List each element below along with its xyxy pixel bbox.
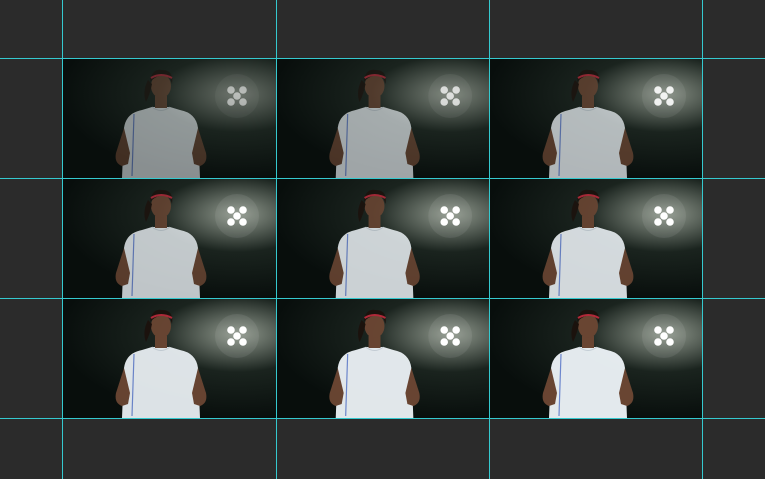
photo-frame[interactable] — [62, 298, 276, 418]
photo-frame[interactable] — [276, 58, 489, 178]
photo-image — [115, 69, 259, 178]
player-figure — [115, 69, 207, 178]
studio-light-icon — [428, 74, 473, 118]
photo-frame[interactable] — [489, 298, 703, 418]
studio-light-icon — [642, 314, 686, 358]
photo-frame[interactable] — [276, 298, 489, 418]
studio-light-icon — [428, 314, 473, 358]
photo-image — [115, 309, 259, 418]
studio-light-icon — [215, 314, 259, 358]
contact-sheet-grid — [62, 58, 703, 418]
player-figure — [542, 69, 634, 178]
player-figure — [542, 309, 634, 418]
studio-light-icon — [642, 194, 686, 238]
photo-frame[interactable] — [276, 178, 489, 298]
player-figure — [329, 309, 420, 418]
guide-vertical[interactable] — [702, 0, 703, 479]
guide-horizontal[interactable] — [0, 298, 765, 299]
photo-frame[interactable] — [489, 178, 703, 298]
studio-light-icon — [215, 74, 259, 118]
player-figure — [329, 69, 420, 178]
player-figure — [115, 309, 207, 418]
photo-image — [329, 69, 473, 178]
guide-horizontal[interactable] — [0, 58, 765, 59]
photo-image — [542, 309, 686, 418]
guide-horizontal[interactable] — [0, 418, 765, 419]
photo-image — [542, 69, 686, 178]
photo-image — [115, 189, 259, 298]
studio-light-icon — [215, 194, 259, 238]
guide-vertical[interactable] — [62, 0, 63, 479]
photo-image — [329, 189, 473, 298]
player-figure — [329, 189, 420, 298]
photo-frame[interactable] — [489, 58, 703, 178]
photo-frame[interactable] — [62, 58, 276, 178]
studio-light-icon — [428, 194, 473, 238]
player-figure — [115, 189, 207, 298]
guide-horizontal[interactable] — [0, 178, 765, 179]
player-figure — [542, 189, 634, 298]
photo-image — [329, 309, 473, 418]
guide-vertical[interactable] — [489, 0, 490, 479]
document-canvas[interactable] — [0, 0, 765, 479]
guide-vertical[interactable] — [276, 0, 277, 479]
studio-light-icon — [642, 74, 686, 118]
photo-frame[interactable] — [62, 178, 276, 298]
photo-image — [542, 189, 686, 298]
